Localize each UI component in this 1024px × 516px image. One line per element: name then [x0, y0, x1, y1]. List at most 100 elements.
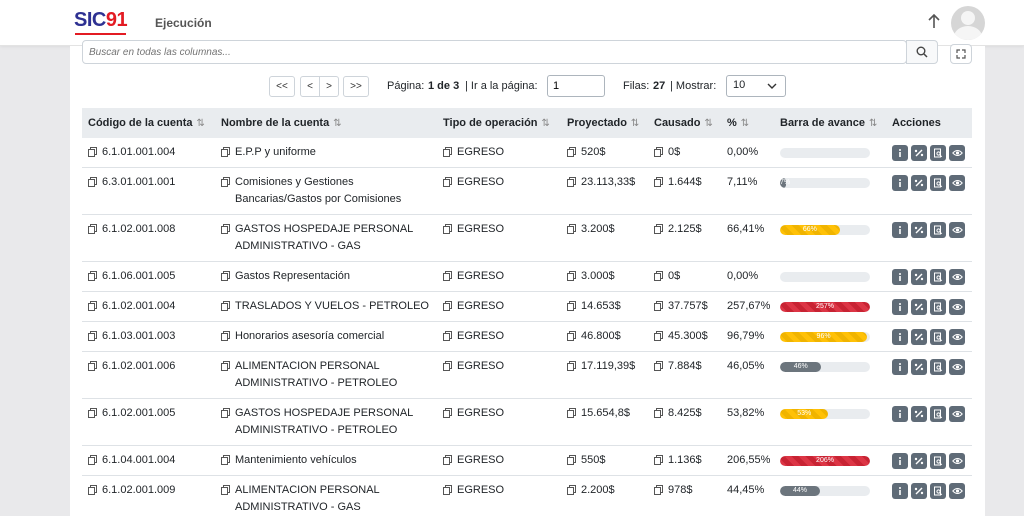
view-button[interactable]	[949, 222, 965, 238]
copy-icon[interactable]	[443, 271, 452, 281]
copy-icon[interactable]	[88, 485, 97, 495]
col-header-type[interactable]: Tipo de operación ⇅	[437, 108, 561, 138]
arrow-up-icon[interactable]	[925, 12, 943, 32]
copy-icon[interactable]	[88, 455, 97, 465]
col-header-code[interactable]: Código de la cuenta ⇅	[82, 108, 215, 138]
copy-icon[interactable]	[88, 177, 97, 187]
edit-button[interactable]	[911, 145, 927, 161]
copy-icon[interactable]	[654, 301, 663, 311]
copy-icon[interactable]	[443, 177, 452, 187]
copy-icon[interactable]	[221, 177, 230, 187]
report-button[interactable]	[930, 453, 946, 469]
info-button[interactable]	[892, 483, 908, 499]
copy-icon[interactable]	[654, 361, 663, 371]
search-input[interactable]	[82, 40, 907, 64]
goto-page-input[interactable]	[547, 75, 605, 97]
copy-icon[interactable]	[221, 147, 230, 157]
copy-icon[interactable]	[567, 224, 576, 234]
copy-icon[interactable]	[654, 271, 663, 281]
copy-icon[interactable]	[654, 224, 663, 234]
copy-icon[interactable]	[654, 455, 663, 465]
report-button[interactable]	[930, 222, 946, 238]
info-button[interactable]	[892, 406, 908, 422]
copy-icon[interactable]	[443, 485, 452, 495]
report-button[interactable]	[930, 483, 946, 499]
first-page-button[interactable]: <<	[269, 76, 295, 97]
copy-icon[interactable]	[567, 177, 576, 187]
report-button[interactable]	[930, 145, 946, 161]
info-button[interactable]	[892, 175, 908, 191]
copy-icon[interactable]	[567, 455, 576, 465]
col-header-projected[interactable]: Proyectado ⇅	[561, 108, 648, 138]
view-button[interactable]	[949, 453, 965, 469]
view-button[interactable]	[949, 175, 965, 191]
report-button[interactable]	[930, 329, 946, 345]
info-button[interactable]	[892, 329, 908, 345]
info-button[interactable]	[892, 453, 908, 469]
view-button[interactable]	[949, 299, 965, 315]
info-button[interactable]	[892, 269, 908, 285]
view-button[interactable]	[949, 269, 965, 285]
col-header-progress[interactable]: Barra de avance ⇅	[774, 108, 886, 138]
view-button[interactable]	[949, 406, 965, 422]
edit-button[interactable]	[911, 359, 927, 375]
edit-button[interactable]	[911, 222, 927, 238]
copy-icon[interactable]	[567, 147, 576, 157]
copy-icon[interactable]	[567, 271, 576, 281]
view-button[interactable]	[949, 359, 965, 375]
copy-icon[interactable]	[88, 408, 97, 418]
edit-button[interactable]	[911, 175, 927, 191]
copy-icon[interactable]	[654, 408, 663, 418]
copy-icon[interactable]	[443, 408, 452, 418]
copy-icon[interactable]	[221, 331, 230, 341]
copy-icon[interactable]	[221, 301, 230, 311]
copy-icon[interactable]	[221, 455, 230, 465]
copy-icon[interactable]	[443, 301, 452, 311]
copy-icon[interactable]	[654, 331, 663, 341]
report-button[interactable]	[930, 299, 946, 315]
copy-icon[interactable]	[567, 485, 576, 495]
info-button[interactable]	[892, 359, 908, 375]
last-page-button[interactable]: >>	[343, 76, 369, 97]
info-button[interactable]	[892, 145, 908, 161]
edit-button[interactable]	[911, 299, 927, 315]
copy-icon[interactable]	[567, 361, 576, 371]
copy-icon[interactable]	[443, 455, 452, 465]
edit-button[interactable]	[911, 269, 927, 285]
col-header-percent[interactable]: % ⇅	[721, 108, 774, 138]
view-button[interactable]	[949, 483, 965, 499]
avatar[interactable]	[951, 6, 985, 40]
edit-button[interactable]	[911, 453, 927, 469]
copy-icon[interactable]	[654, 177, 663, 187]
copy-icon[interactable]	[88, 331, 97, 341]
report-button[interactable]	[930, 406, 946, 422]
search-button[interactable]	[906, 40, 938, 64]
copy-icon[interactable]	[221, 408, 230, 418]
copy-icon[interactable]	[567, 301, 576, 311]
page-size-select[interactable]: 10	[726, 75, 786, 97]
copy-icon[interactable]	[654, 485, 663, 495]
copy-icon[interactable]	[88, 301, 97, 311]
copy-icon[interactable]	[567, 331, 576, 341]
report-button[interactable]	[930, 269, 946, 285]
fullscreen-button[interactable]	[950, 44, 972, 64]
copy-icon[interactable]	[221, 485, 230, 495]
copy-icon[interactable]	[88, 224, 97, 234]
view-button[interactable]	[949, 329, 965, 345]
copy-icon[interactable]	[88, 361, 97, 371]
edit-button[interactable]	[911, 483, 927, 499]
prev-page-button[interactable]: <	[300, 76, 320, 97]
col-header-caused[interactable]: Causado ⇅	[648, 108, 721, 138]
edit-button[interactable]	[911, 329, 927, 345]
copy-icon[interactable]	[88, 147, 97, 157]
copy-icon[interactable]	[654, 147, 663, 157]
copy-icon[interactable]	[443, 361, 452, 371]
info-button[interactable]	[892, 222, 908, 238]
copy-icon[interactable]	[221, 224, 230, 234]
col-header-name[interactable]: Nombre de la cuenta ⇅	[215, 108, 437, 138]
copy-icon[interactable]	[221, 271, 230, 281]
copy-icon[interactable]	[567, 408, 576, 418]
copy-icon[interactable]	[221, 361, 230, 371]
copy-icon[interactable]	[443, 224, 452, 234]
report-button[interactable]	[930, 175, 946, 191]
